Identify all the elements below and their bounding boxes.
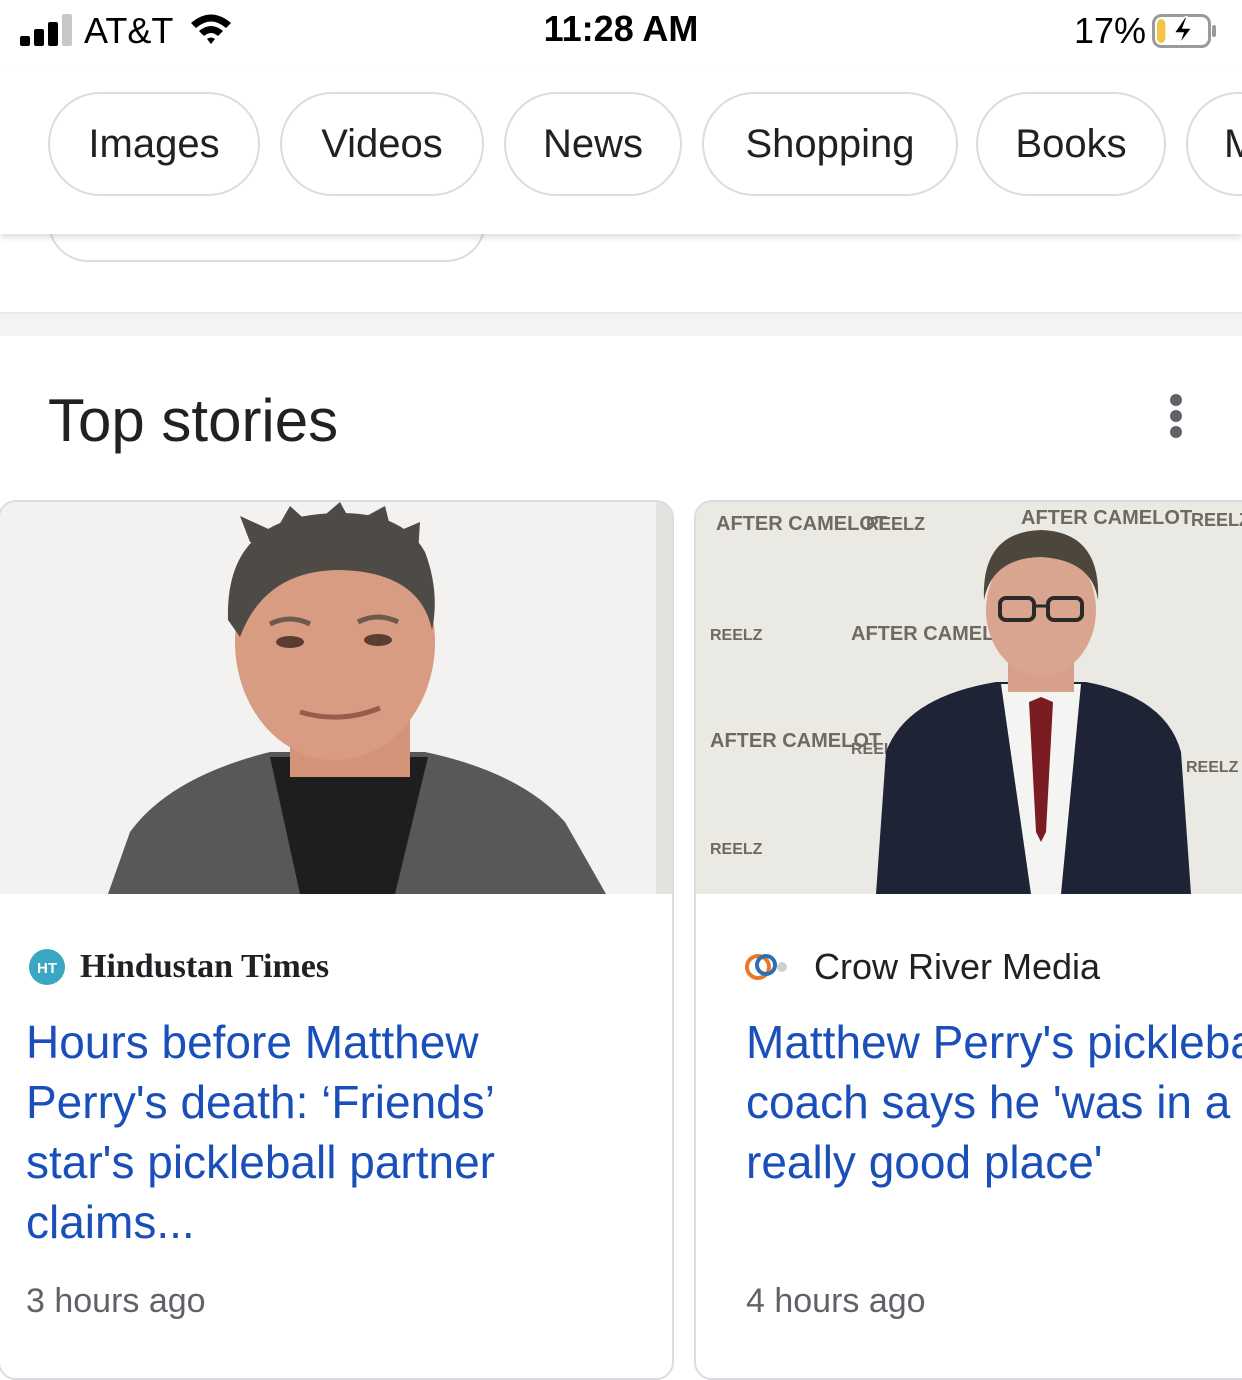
section-divider	[0, 312, 1242, 336]
search-filter-chips: Images Videos News Shopping Books M	[0, 68, 1242, 234]
clock: 11:28 AM	[543, 8, 699, 49]
svg-text:AFTER CAMELOT: AFTER CAMELOT	[716, 513, 887, 535]
chip-images[interactable]: Images	[48, 92, 260, 196]
headline-link[interactable]: Hours before Matthew Perry's death: ‘Fri…	[26, 1012, 546, 1252]
svg-text:HT: HT	[37, 960, 57, 977]
event-photo: AFTER CAMELOT REELZ AFTER CAMELOT REELZ …	[696, 502, 1242, 894]
svg-text:REELZ: REELZ	[1186, 759, 1239, 776]
article-source: Crow River Media	[744, 942, 1100, 992]
published-time: 4 hours ago	[746, 1282, 926, 1320]
svg-text:REELZ: REELZ	[866, 514, 925, 534]
chip-books[interactable]: Books	[976, 92, 1166, 196]
published-time: 3 hours ago	[26, 1282, 206, 1320]
article-thumbnail[interactable]: AFTER CAMELOT REELZ AFTER CAMELOT REELZ …	[696, 502, 1242, 894]
svg-text:REELZ: REELZ	[1191, 510, 1242, 530]
battery-charging-icon	[1152, 14, 1216, 48]
svg-text:AFTER CAMELOT: AFTER CAMELOT	[1021, 507, 1192, 529]
portrait-photo	[0, 502, 672, 894]
status-bar: AT&T 11:28 AM 17%	[0, 0, 1242, 68]
news-card[interactable]: AFTER CAMELOT REELZ AFTER CAMELOT REELZ …	[694, 500, 1242, 1380]
chip-news[interactable]: News	[504, 92, 682, 196]
source-logo-icon: HT	[29, 949, 65, 985]
svg-text:REELZ: REELZ	[710, 627, 763, 644]
headline-link[interactable]: Matthew Perry's pickleball coach says he…	[746, 1012, 1242, 1192]
chip-more[interactable]: M	[1186, 92, 1242, 196]
article-thumbnail[interactable]	[0, 502, 672, 894]
source-logo-icon	[745, 954, 787, 980]
chip-videos[interactable]: Videos	[280, 92, 484, 196]
article-source: HT Hindustan Times	[28, 942, 329, 992]
news-card[interactable]: HT Hindustan Times Hours before Matthew …	[0, 500, 674, 1380]
more-vert-icon[interactable]	[1162, 394, 1190, 438]
source-name: Hindustan Times	[80, 948, 330, 985]
top-stories-heading: Top stories	[48, 387, 339, 454]
svg-text:REELZ: REELZ	[710, 841, 763, 858]
source-name: Crow River Media	[814, 946, 1101, 987]
battery-percent: 17%	[1073, 10, 1146, 51]
chip-shopping[interactable]: Shopping	[702, 92, 958, 196]
